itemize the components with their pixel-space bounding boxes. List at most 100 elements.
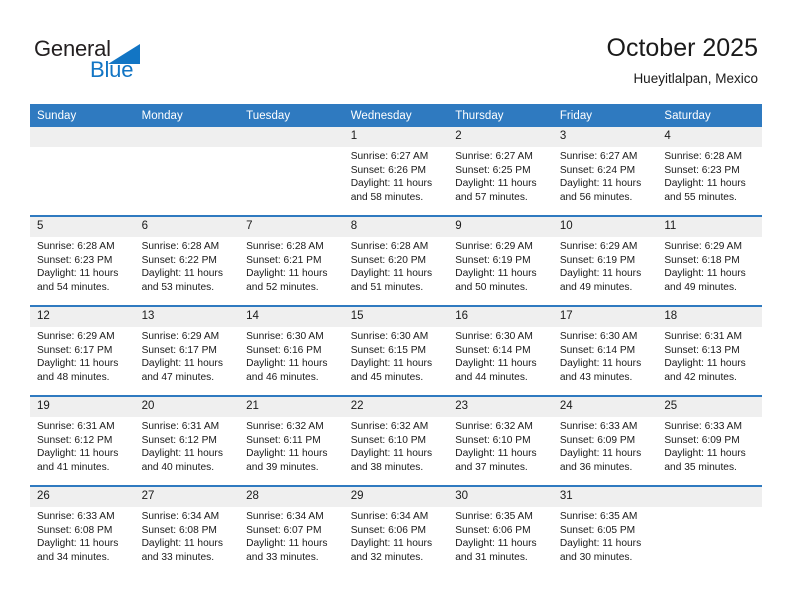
sunrise-text: Sunrise: 6:32 AM: [455, 421, 533, 432]
day-details: Sunrise: 6:35 AM Sunset: 6:06 PM Daylight:…: [448, 507, 553, 564]
day-number: 7: [239, 217, 344, 237]
weekday-header-sunday: Sunday: [30, 104, 135, 127]
sunrise-text: Sunrise: 6:31 AM: [664, 331, 742, 342]
day-details: Sunrise: 6:27 AM Sunset: 6:25 PM Daylight:…: [448, 147, 553, 204]
calendar-day-cell[interactable]: 9 Sunrise: 6:29 AM Sunset: 6:19 PM Daylight…: [448, 215, 553, 306]
calendar-day-cell[interactable]: 19 Sunrise: 6:31 AM Sunset: 6:12 PM Dayligh…: [30, 395, 135, 486]
calendar-page: General Blue October 2025 Hueyitlalpan, …: [0, 0, 792, 612]
calendar-week-row: 5 Sunrise: 6:28 AM Sunset: 6:23 PM Daylight…: [30, 215, 762, 306]
calendar-day-cell[interactable]: 6 Sunrise: 6:28 AM Sunset: 6:22 PM Daylight…: [134, 215, 240, 306]
day-details: Sunrise: 6:30 AM Sunset: 6:15 PM Daylight:…: [344, 327, 449, 384]
calendar-day-cell[interactable]: 7 Sunrise: 6:28 AM Sunset: 6:21 PM Daylight…: [239, 215, 344, 306]
calendar-day-cell[interactable]: 3 Sunrise: 6:27 AM Sunset: 6:24 PM Daylight…: [552, 127, 658, 216]
calendar-day-cell[interactable]: 18 Sunrise: 6:31 AM Sunset: 6:13 PM Dayligh…: [657, 305, 762, 396]
calendar-day-cell[interactable]: 17 Sunrise: 6:30 AM Sunset: 6:14 PM Dayligh…: [552, 305, 658, 396]
sunset-text: Sunset: 6:17 PM: [37, 344, 113, 356]
calendar-day-cell[interactable]: 13 Sunrise: 6:29 AM Sunset: 6:17 PM Dayligh…: [134, 305, 240, 396]
sunset-text: Sunset: 6:23 PM: [37, 254, 113, 266]
sunrise-text: Sunrise: 6:29 AM: [455, 241, 533, 252]
day-number: 9: [448, 217, 553, 237]
sunset-text: Sunset: 6:22 PM: [141, 254, 217, 266]
calendar-day-cell[interactable]: 23 Sunrise: 6:32 AM Sunset: 6:10 PM Dayligh…: [448, 395, 553, 486]
sunset-text: Sunset: 6:06 PM: [455, 524, 531, 536]
calendar-day-cell[interactable]: 26 Sunrise: 6:33 AM Sunset: 6:08 PM Dayligh…: [30, 485, 135, 575]
sunrise-text: Sunrise: 6:29 AM: [664, 241, 742, 252]
weekday-header-wednesday: Wednesday: [343, 104, 449, 127]
calendar-day-cell[interactable]: 29 Sunrise: 6:34 AM Sunset: 6:06 PM Dayligh…: [343, 485, 449, 575]
daylight-text-line1: Daylight: 11 hours: [664, 178, 746, 190]
calendar-day-cell[interactable]: 28 Sunrise: 6:34 AM Sunset: 6:07 PM Dayligh…: [239, 485, 344, 575]
sunrise-text: Sunrise: 6:34 AM: [350, 511, 429, 522]
calendar-day-cell[interactable]: 8 Sunrise: 6:28 AM Sunset: 6:20 PM Daylight…: [343, 215, 449, 306]
day-number: [239, 127, 344, 147]
sunrise-text: Sunrise: 6:30 AM: [559, 331, 638, 342]
day-number: 19: [30, 397, 135, 417]
day-details: Sunrise: 6:29 AM Sunset: 6:19 PM Daylight:…: [448, 237, 553, 294]
calendar-day-cell[interactable]: 30 Sunrise: 6:35 AM Sunset: 6:06 PM Dayligh…: [448, 485, 553, 575]
daylight-text-line2: and 33 minutes.: [141, 551, 215, 563]
weekday-header-tuesday: Tuesday: [239, 104, 344, 127]
calendar-day-cell[interactable]: 25 Sunrise: 6:33 AM Sunset: 6:09 PM Dayligh…: [657, 395, 762, 486]
daylight-text-line1: Daylight: 11 hours: [664, 358, 746, 370]
calendar-day-cell[interactable]: 4 Sunrise: 6:28 AM Sunset: 6:23 PM Daylight…: [657, 127, 762, 216]
calendar-day-cell[interactable]: 15 Sunrise: 6:30 AM Sunset: 6:15 PM Dayligh…: [343, 305, 449, 396]
day-details: Sunrise: 6:34 AM Sunset: 6:07 PM Daylight:…: [239, 507, 344, 564]
daylight-text-line1: Daylight: 11 hours: [141, 268, 223, 280]
daylight-text-line2: and 53 minutes.: [141, 281, 215, 293]
weekday-header-saturday: Saturday: [657, 104, 762, 127]
calendar-day-cell[interactable]: 21 Sunrise: 6:32 AM Sunset: 6:11 PM Dayligh…: [239, 395, 344, 486]
calendar-day-cell[interactable]: 5 Sunrise: 6:28 AM Sunset: 6:23 PM Daylight…: [30, 215, 135, 306]
calendar-day-cell[interactable]: 22 Sunrise: 6:32 AM Sunset: 6:10 PM Dayligh…: [343, 395, 449, 486]
calendar-day-cell[interactable]: 16 Sunrise: 6:30 AM Sunset: 6:14 PM Dayligh…: [448, 305, 553, 396]
calendar-day-cell[interactable]: 20 Sunrise: 6:31 AM Sunset: 6:12 PM Dayligh…: [134, 395, 240, 486]
day-number: 8: [343, 217, 449, 237]
sunrise-text: Sunrise: 6:34 AM: [246, 511, 324, 522]
calendar-day-cell[interactable]: 2 Sunrise: 6:27 AM Sunset: 6:25 PM Daylight…: [448, 127, 553, 216]
sunrise-text: Sunrise: 6:34 AM: [141, 511, 220, 522]
weekday-header-row: Sunday Monday Tuesday Wednesday Thursday…: [30, 104, 762, 127]
daylight-text-line1: Daylight: 11 hours: [664, 448, 746, 460]
day-number: 6: [134, 217, 240, 237]
sunset-text: Sunset: 6:26 PM: [350, 164, 427, 176]
day-details: Sunrise: 6:34 AM Sunset: 6:08 PM Daylight:…: [135, 507, 240, 564]
sunrise-text: Sunrise: 6:29 AM: [141, 331, 220, 342]
day-details: Sunrise: 6:31 AM Sunset: 6:12 PM Daylight:…: [30, 417, 135, 474]
sunrise-text: Sunrise: 6:28 AM: [664, 151, 742, 162]
calendar-day-cell[interactable]: 1 Sunrise: 6:27 AM Sunset: 6:26 PM Daylight…: [343, 127, 449, 216]
daylight-text-line1: Daylight: 11 hours: [37, 268, 119, 280]
calendar-day-cell[interactable]: 10 Sunrise: 6:29 AM Sunset: 6:19 PM Dayligh…: [552, 215, 658, 306]
daylight-text-line1: Daylight: 11 hours: [350, 178, 433, 190]
daylight-text-line1: Daylight: 11 hours: [246, 448, 328, 460]
calendar-day-cell[interactable]: 12 Sunrise: 6:29 AM Sunset: 6:17 PM Dayligh…: [30, 305, 135, 396]
general-blue-logo[interactable]: General Blue: [34, 36, 164, 86]
calendar-day-cell-empty: [134, 127, 240, 216]
sunrise-text: Sunrise: 6:28 AM: [37, 241, 115, 252]
sunrise-text: Sunrise: 6:35 AM: [455, 511, 533, 522]
daylight-text-line2: and 34 minutes.: [37, 551, 110, 563]
calendar-day-cell[interactable]: 11 Sunrise: 6:29 AM Sunset: 6:18 PM Dayligh…: [657, 215, 762, 306]
sunrise-text: Sunrise: 6:31 AM: [141, 421, 220, 432]
daylight-text-line2: and 54 minutes.: [37, 281, 110, 293]
sunrise-text: Sunrise: 6:33 AM: [37, 511, 115, 522]
daylight-text-line2: and 45 minutes.: [350, 371, 424, 383]
sunset-text: Sunset: 6:19 PM: [455, 254, 531, 266]
calendar-head: Sunday Monday Tuesday Wednesday Thursday…: [30, 104, 762, 127]
daylight-text-line1: Daylight: 11 hours: [246, 268, 328, 280]
sunset-text: Sunset: 6:18 PM: [664, 254, 740, 266]
calendar-day-cell[interactable]: 31 Sunrise: 6:35 AM Sunset: 6:05 PM Dayligh…: [552, 485, 658, 575]
calendar-day-cell[interactable]: 14 Sunrise: 6:30 AM Sunset: 6:16 PM Dayligh…: [239, 305, 344, 396]
weekday-header-friday: Friday: [552, 104, 658, 127]
daylight-text-line2: and 48 minutes.: [37, 371, 110, 383]
sunset-text: Sunset: 6:10 PM: [350, 434, 427, 446]
page-title: October 2025: [606, 34, 759, 62]
calendar-day-cell[interactable]: 24 Sunrise: 6:33 AM Sunset: 6:09 PM Dayligh…: [552, 395, 658, 486]
day-details: Sunrise: 6:28 AM Sunset: 6:23 PM Daylight:…: [30, 237, 135, 294]
daylight-text-line2: and 46 minutes.: [246, 371, 319, 383]
page-subtitle: Hueyitlalpan, Mexico: [633, 71, 758, 86]
daylight-text-line1: Daylight: 11 hours: [559, 538, 642, 550]
daylight-text-line1: Daylight: 11 hours: [664, 268, 746, 280]
sunset-text: Sunset: 6:10 PM: [455, 434, 531, 446]
calendar-day-cell-empty: [30, 127, 135, 216]
calendar-day-cell[interactable]: 27 Sunrise: 6:34 AM Sunset: 6:08 PM Dayligh…: [134, 485, 240, 575]
sunrise-text: Sunrise: 6:29 AM: [559, 241, 638, 252]
